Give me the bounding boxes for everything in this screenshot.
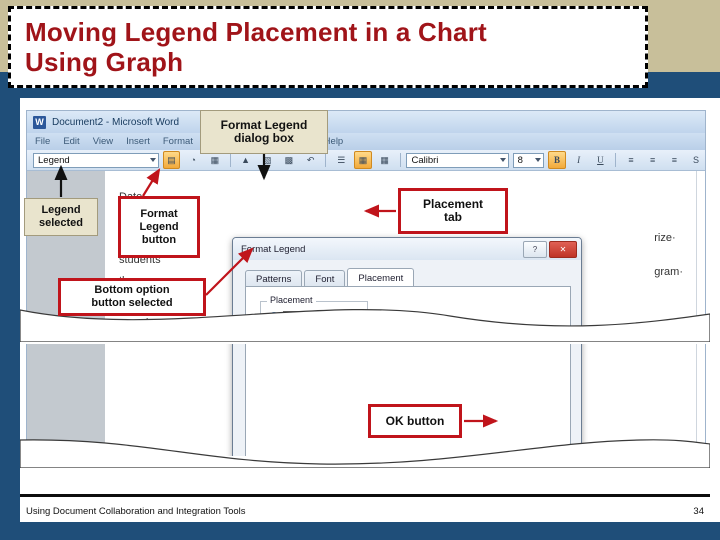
toolbar-separator-4 (615, 153, 617, 167)
word-title-bar: W Document2 - Microsoft Word (27, 111, 705, 133)
chevron-down-icon-size[interactable] (535, 157, 542, 162)
bottom-left-blue-block (0, 492, 20, 540)
document-area-lower: OK Cancel 600 400 (27, 344, 705, 456)
chart-object-combo[interactable]: Legend (33, 152, 159, 168)
dialog-title-bar: Format Legend ? ✕ (233, 238, 581, 260)
chevron-down-icon[interactable] (149, 157, 156, 162)
doc-right-line-2: gram· (654, 266, 683, 278)
menu-file[interactable]: File (35, 136, 50, 147)
radio-bottom-label: Bottom (283, 311, 318, 323)
bottom-blue-band (0, 522, 720, 540)
document-left-margin-lower (27, 344, 106, 456)
help-button[interactable]: ? (523, 241, 547, 258)
format-legend-icon[interactable]: ▤ (162, 151, 181, 169)
word-logo-icon: W (33, 115, 46, 129)
dialog-tabs: Patterns Font Placement (245, 268, 416, 288)
toolbar-separator (229, 153, 231, 167)
callout-format-legend-button: Format Legend button (118, 196, 200, 258)
dialog-window-buttons: ? ✕ (523, 241, 577, 258)
callout-placement-tab: Placement tab (398, 188, 508, 234)
data-table-toggle-icon[interactable]: ▦ (354, 151, 372, 169)
graph-toolbar: Legend ▤ ◔ ▦ ▲ ▧ ▩ ↶ ☰ ▦ ▦ Calibri 8 B I… (27, 150, 705, 171)
bold-button[interactable]: B (548, 151, 566, 169)
align-center-button[interactable]: ≡ (644, 151, 662, 169)
word-window-lower: OK Cancel 600 400 (26, 344, 706, 456)
align-left-button[interactable]: ≡ (622, 151, 640, 169)
page-edge-lower (696, 344, 697, 456)
callout-bottom-option-selected: Bottom option button selected (58, 278, 206, 316)
menu-edit[interactable]: Edit (63, 136, 79, 147)
font-family-value: Calibri (411, 154, 439, 166)
menu-view[interactable]: View (93, 136, 113, 147)
format-legend-dialog-lower: OK Cancel (232, 344, 582, 456)
page-edge (696, 171, 697, 330)
grid-icon[interactable]: ▦ (376, 151, 394, 169)
radio-corner-label: Corner (284, 329, 312, 330)
placement-tab-pane: Placement Bottom Corner (245, 286, 571, 330)
font-size-combo[interactable]: 8 (512, 152, 545, 168)
placement-tab-pane-lower (245, 344, 571, 456)
slide: Moving Legend Placement in a Chart Using… (0, 0, 720, 540)
align-right-button[interactable]: ≡ (666, 151, 684, 169)
footer: Using Document Collaboration and Integra… (20, 500, 710, 522)
word-window-title: Document2 - Microsoft Word (52, 116, 180, 128)
legend-icon[interactable]: ☰ (332, 151, 350, 169)
menu-insert[interactable]: Insert (126, 136, 150, 147)
placement-radio-list: Bottom Corner Top (269, 311, 318, 330)
placement-group: Placement Bottom Corner (260, 295, 368, 330)
left-blue-rail (0, 72, 20, 492)
footer-text: Using Document Collaboration and Integra… (26, 505, 246, 517)
footer-page-number: 34 (693, 505, 704, 517)
font-size-value: 8 (517, 154, 523, 166)
tab-placement[interactable]: Placement (347, 268, 415, 288)
document-text-right: rize· gram· (654, 221, 683, 289)
menu-format[interactable]: Format (163, 136, 193, 147)
callout-ok-button: OK button (368, 404, 462, 438)
placement-group-label: Placement (267, 295, 316, 305)
format-legend-dialog: Format Legend ? ✕ Patterns Font Placemen… (232, 237, 582, 330)
dialog-title: Format Legend (241, 243, 306, 255)
callout-legend-selected: Legend selected (24, 198, 98, 236)
page-title: Moving Legend Placement in a Chart Using… (25, 16, 487, 77)
strikethrough-button[interactable]: S (687, 151, 705, 169)
font-family-combo[interactable]: Calibri (406, 152, 509, 168)
white-spacer (20, 98, 720, 108)
close-icon[interactable]: ✕ (549, 241, 577, 258)
radio-corner[interactable]: Corner (269, 329, 317, 330)
italic-button[interactable]: I (570, 151, 588, 169)
chevron-down-icon-font[interactable] (499, 157, 506, 162)
title-placeholder[interactable]: Moving Legend Placement in a Chart Using… (8, 6, 648, 88)
callout-format-legend-dialog: Format Legend dialog box (200, 110, 328, 154)
underline-button[interactable]: U (591, 151, 609, 169)
toolbar-separator-2 (325, 153, 327, 167)
screenshot-bottom-piece: OK Cancel 600 400 (20, 344, 710, 456)
chart-object-value: Legend (38, 154, 70, 166)
toolbar-separator-3 (399, 153, 401, 167)
radio-bottom-dot[interactable] (269, 312, 279, 322)
footer-rule (20, 494, 710, 497)
radio-corner-dot[interactable] (269, 329, 279, 330)
radio-bottom[interactable]: Bottom (269, 311, 318, 323)
doc-right-line-1: rize· (654, 232, 676, 244)
word-menu-bar[interactable]: File Edit View Insert Format Tools Table… (27, 133, 705, 150)
